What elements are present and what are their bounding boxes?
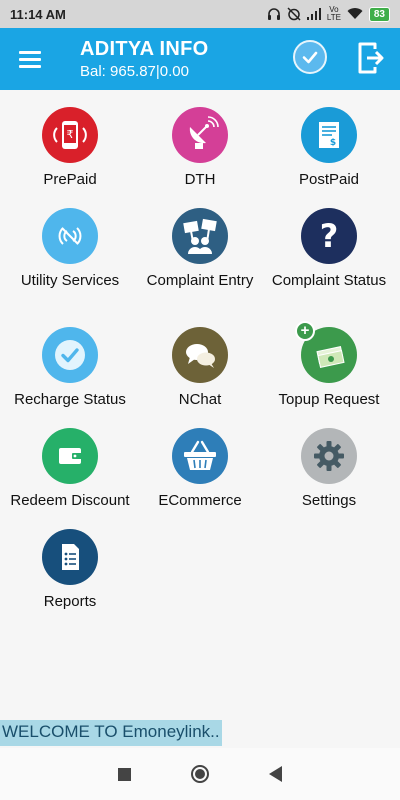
grid-item-complaint-status[interactable]: ? Complaint Status [269, 208, 389, 290]
bill-document-icon: $ [301, 107, 357, 163]
svg-text:₹: ₹ [67, 128, 74, 141]
wallet-icon [42, 428, 98, 484]
network-type: Vo LTE [326, 5, 341, 22]
grid-item-label: ECommerce [158, 492, 242, 509]
grid-item-settings[interactable]: Settings [269, 428, 389, 510]
grid-item-label: Complaint Entry [146, 272, 254, 289]
recent-apps-button[interactable] [117, 767, 131, 781]
grid-item-utility-services[interactable]: Utility Services [10, 208, 130, 290]
grid-item-complaint-entry[interactable]: Complaint Entry [140, 208, 260, 290]
title-block: ADITYA INFO Bal: 965.87|0.00 [80, 38, 209, 80]
menu-button[interactable] [0, 28, 60, 90]
app-bar: ADITYA INFO Bal: 965.87|0.00 [0, 28, 400, 90]
grid-item-recharge-status[interactable]: Recharge Status [10, 327, 130, 409]
grid-item-nchat[interactable]: NChat [140, 327, 260, 409]
satellite-dish-icon [172, 107, 228, 163]
signal-icon [306, 8, 321, 20]
system-nav-bar [0, 748, 400, 800]
grid-item-label: Complaint Status [271, 272, 387, 289]
grid-item-label: Settings [301, 492, 357, 509]
grid-item-prepaid[interactable]: ₹ PrePaid [10, 107, 130, 189]
logout-icon [358, 42, 384, 74]
grid-item-label: Recharge Status [14, 391, 126, 408]
grid-item-label: PrePaid [43, 171, 97, 188]
gear-icon [301, 428, 357, 484]
report-document-icon [42, 529, 98, 585]
grid-item-label: Redeem Discount [10, 492, 130, 509]
svg-text:?: ? [320, 217, 339, 255]
grid-item-label: Utility Services [20, 272, 120, 289]
status-time: 11:14 AM [10, 6, 66, 22]
grid-item-label: DTH [184, 171, 216, 188]
verify-button[interactable] [293, 40, 327, 74]
home-button[interactable] [190, 765, 209, 783]
grid-item-ecommerce[interactable]: ECommerce [140, 428, 260, 510]
alarm-off-icon [287, 7, 301, 21]
status-icons: Vo LTE 83 [267, 6, 390, 22]
grid-item-label: Topup Request [278, 391, 380, 408]
back-button[interactable] [268, 766, 283, 782]
status-bar: 11:14 AM Vo LTE 83 [0, 0, 400, 28]
grid-item-label: NChat [178, 391, 222, 408]
hamburger-icon [19, 50, 41, 54]
grid-item-postpaid[interactable]: $ PostPaid [269, 107, 389, 189]
question-mark-icon: ? [301, 208, 357, 264]
logout-button[interactable] [356, 40, 386, 76]
checkmark-icon [42, 327, 98, 383]
grid-item-label: PostPaid [298, 171, 360, 188]
app-title: ADITYA INFO [80, 38, 209, 60]
headphones-icon [267, 8, 280, 20]
grid-item-reports[interactable]: Reports [10, 529, 130, 611]
money-stack-icon: + [295, 321, 357, 383]
chat-bubbles-icon [172, 327, 228, 383]
grid-item-redeem-discount[interactable]: Redeem Discount [10, 428, 130, 510]
wifi-icon [347, 8, 363, 19]
add-badge-icon: + [295, 321, 315, 341]
shopping-basket-icon [172, 428, 228, 484]
utility-signal-icon [42, 208, 98, 264]
grid-item-dth[interactable]: DTH [140, 107, 260, 189]
battery-indicator: 83 [368, 6, 390, 22]
balance-text: Bal: 965.87|0.00 [80, 63, 189, 80]
grid-item-topup-request[interactable]: + Topup Request [269, 321, 389, 409]
welcome-marquee: WELCOME TO Emoneylink.. [0, 720, 222, 746]
check-icon [302, 51, 318, 64]
grid-item-label: Reports [43, 593, 97, 610]
complaint-protest-icon [172, 208, 228, 264]
prepaid-mobile-icon: ₹ [42, 107, 98, 163]
svg-text:$: $ [330, 138, 336, 148]
